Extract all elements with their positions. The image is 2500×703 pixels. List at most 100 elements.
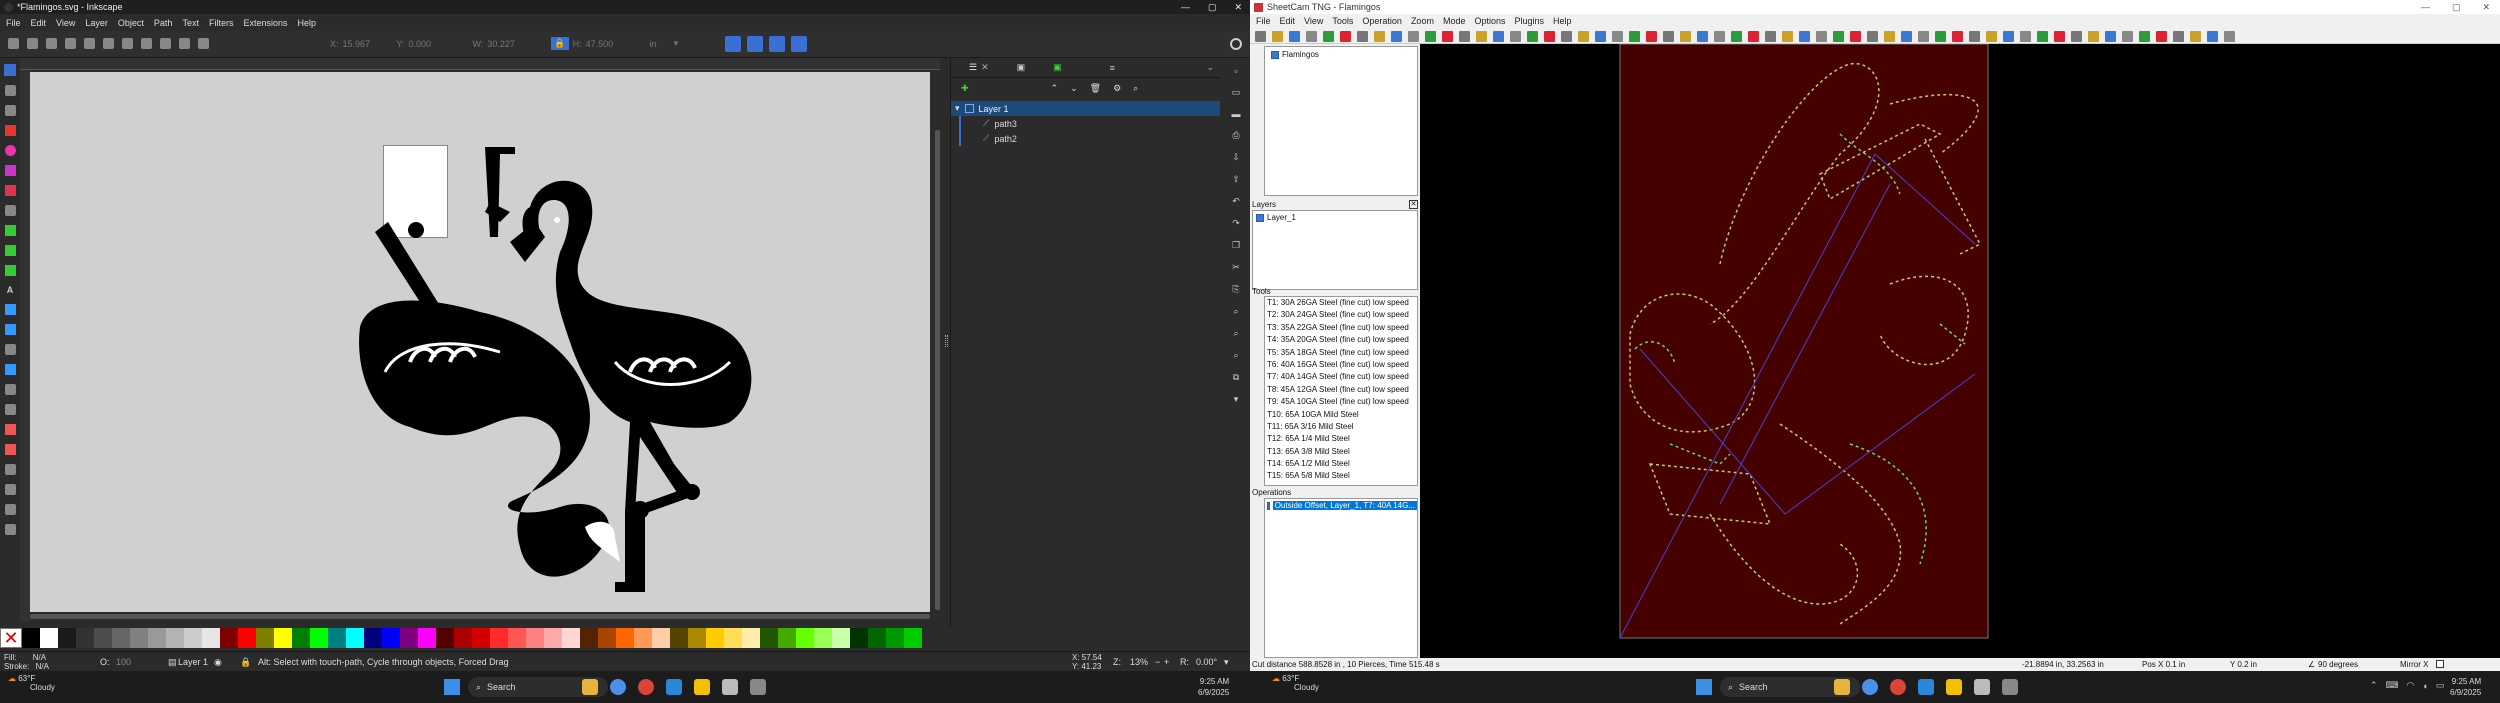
eye-icon[interactable]: ◉ [214, 657, 222, 668]
export-icon[interactable]: ⇧ [1232, 174, 1240, 185]
menu-path[interactable]: Path [154, 18, 173, 28]
mirror-checkbox[interactable] [2436, 660, 2444, 668]
menu-options[interactable]: Options [1474, 16, 1505, 26]
app-icon[interactable] [1862, 679, 1878, 695]
menu-tools[interactable]: Tools [1332, 16, 1353, 26]
edge-icon[interactable] [666, 679, 682, 695]
pen-tool-icon[interactable] [4, 225, 16, 236]
more-icon[interactable]: ▾ [1234, 394, 1239, 405]
tool-item[interactable]: T3: 35A 22GA Steel (fine cut) low speed [1267, 322, 1417, 334]
toolbar-button-icon[interactable] [1476, 31, 1487, 42]
toolbar-button-icon[interactable] [2105, 31, 2116, 42]
widgets-icon[interactable] [582, 679, 598, 695]
palette-swatch[interactable] [616, 628, 634, 648]
inkscape-taskbar-icon[interactable] [722, 679, 738, 695]
zoom-selection-icon[interactable]: ⌕ [1233, 306, 1238, 317]
expand-icon[interactable]: ▾ [955, 103, 960, 114]
toolbar-button-icon[interactable] [2139, 31, 2150, 42]
menu-object[interactable]: Object [118, 18, 144, 28]
toolbar-button-icon[interactable] [1272, 31, 1283, 42]
palette-swatch[interactable] [364, 628, 382, 648]
toolbar-button-icon[interactable] [2088, 31, 2099, 42]
select-same-icon[interactable] [27, 38, 38, 49]
toolbar-button-icon[interactable] [1731, 31, 1742, 42]
toolbar-button-icon[interactable] [1986, 31, 1997, 42]
windows-start-icon[interactable] [444, 679, 460, 695]
toolbar-button-icon[interactable] [1459, 31, 1470, 42]
toolbar-button-icon[interactable] [2071, 31, 2082, 42]
tweak-icon[interactable] [4, 384, 16, 395]
redo-icon[interactable]: ↷ [1232, 218, 1240, 229]
palette-swatch[interactable] [166, 628, 184, 648]
palette-swatch[interactable] [76, 628, 94, 648]
menu-edit[interactable]: Edit [31, 18, 47, 28]
toolbar-button-icon[interactable] [1306, 31, 1317, 42]
menu-help[interactable]: Help [1553, 16, 1572, 26]
tool-item[interactable]: T6: 40A 16GA Steel (fine cut) low speed [1267, 359, 1417, 371]
toolbar-button-icon[interactable] [1833, 31, 1844, 42]
toolbar-button-icon[interactable] [1561, 31, 1572, 42]
tools-list[interactable]: T1: 30A 26GA Steel (fine cut) low speed T… [1264, 296, 1418, 486]
toolbar-button-icon[interactable] [1884, 31, 1895, 42]
palette-swatch[interactable] [508, 628, 526, 648]
palette-swatch[interactable] [310, 628, 328, 648]
menu-extensions[interactable]: Extensions [243, 18, 287, 28]
weather-widget[interactable]: ☁ 63°F Cloudy [1272, 674, 1319, 692]
palette-swatch[interactable] [742, 628, 760, 648]
tweak-tool-icon[interactable] [4, 105, 16, 116]
palette-swatch[interactable] [418, 628, 436, 648]
toolbar-button-icon[interactable] [1255, 31, 1266, 42]
palette-swatch[interactable] [346, 628, 364, 648]
delete-icon[interactable]: 🗑 [1090, 83, 1101, 94]
save-icon[interactable]: ▬ [1232, 109, 1241, 119]
y-field[interactable]: 0.000 [409, 39, 469, 49]
tool-item[interactable]: T9: 45A 10GA Steel (fine cut) low speed [1267, 396, 1417, 408]
tool-item[interactable]: T2: 30A 24GA Steel (fine cut) low speed [1267, 309, 1417, 321]
layers-tab-icon[interactable]: ☰ [969, 62, 977, 73]
palette-swatch[interactable] [832, 628, 850, 648]
cam-viewport[interactable] [1420, 44, 2500, 658]
menu-file[interactable]: File [6, 18, 21, 28]
menu-view[interactable]: View [56, 18, 75, 28]
palette-swatch[interactable] [112, 628, 130, 648]
zoom-drawing-icon[interactable]: ⌕ [1233, 328, 1238, 339]
toolbar-button-icon[interactable] [2173, 31, 2184, 42]
scale-corners-icon[interactable] [747, 36, 763, 52]
palette-swatch[interactable] [202, 628, 220, 648]
toolbar-button-icon[interactable] [1340, 31, 1351, 42]
zoom-tool-icon[interactable] [4, 504, 16, 515]
palette-swatch[interactable] [886, 628, 904, 648]
node-tool-icon[interactable] [4, 85, 16, 96]
import-icon[interactable]: ⇩ [1232, 152, 1240, 163]
add-layer-icon[interactable]: ✚ [961, 83, 969, 94]
toolbar-button-icon[interactable] [1323, 31, 1334, 42]
close-panel-icon[interactable]: ✕ [981, 62, 989, 73]
palette-swatch[interactable] [688, 628, 706, 648]
menu-zoom[interactable]: Zoom [1411, 16, 1434, 26]
toolbar-button-icon[interactable] [1425, 31, 1436, 42]
toolbar-button-icon[interactable] [1510, 31, 1521, 42]
connector-tool-icon[interactable] [4, 444, 16, 455]
export-tab-icon[interactable]: ▣ [1053, 62, 1062, 73]
3dbox-tool-icon[interactable] [4, 185, 16, 196]
palette-swatch[interactable] [562, 628, 580, 648]
text-tool-icon[interactable]: A [7, 285, 14, 295]
chevron-down-icon[interactable]: ▾ [1224, 657, 1229, 668]
operation-checkbox[interactable] [1267, 501, 1270, 510]
toolbar-button-icon[interactable] [1918, 31, 1929, 42]
minimize-icon[interactable]: — [1181, 2, 1190, 13]
maximize-icon[interactable]: ▢ [2452, 2, 2461, 13]
toolbar-button-icon[interactable] [1799, 31, 1810, 42]
palette-swatch[interactable] [634, 628, 652, 648]
palette-swatch[interactable] [652, 628, 670, 648]
toolbar-button-icon[interactable] [1374, 31, 1385, 42]
palette-swatch[interactable] [58, 628, 76, 648]
widgets-icon[interactable] [1834, 679, 1850, 695]
toolbar-button-icon[interactable] [2224, 31, 2235, 42]
lower-bottom-icon[interactable] [198, 38, 209, 49]
toolbar-button-icon[interactable] [1646, 31, 1657, 42]
toolbar-button-icon[interactable] [1867, 31, 1878, 42]
commands-icon[interactable] [1230, 38, 1242, 50]
menu-mode[interactable]: Mode [1443, 16, 1466, 26]
toolbar-button-icon[interactable] [1612, 31, 1623, 42]
